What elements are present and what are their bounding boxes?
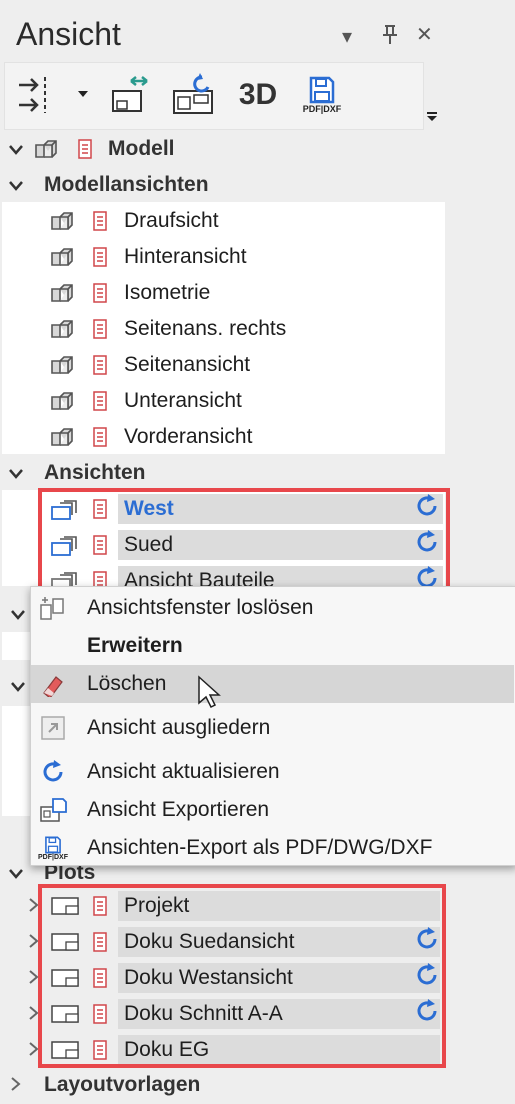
panel-menu-dropdown-icon[interactable]: ▾: [342, 24, 352, 49]
pdf-dxf-label: PDF|DXF: [38, 853, 68, 861]
tree-item-modellansicht[interactable]: Vorderansicht: [0, 419, 445, 455]
menu-item-pdf-export[interactable]: PDF|DXF Ansichten-Export als PDF/DWG/DXF: [31, 829, 514, 867]
tree-node-modell[interactable]: Modell: [0, 131, 445, 167]
menu-item-label: Ansichtsfenster loslösen: [87, 596, 314, 619]
list-background: [2, 632, 30, 660]
eraser-icon: [39, 670, 67, 698]
tree-group-label: Layoutvorlagen: [44, 1073, 201, 1096]
model-cube-icon: [50, 391, 78, 411]
document-icon: [93, 247, 107, 267]
tree-group-ansichten[interactable]: Ansichten: [0, 455, 445, 491]
tree-group-label: Modellansichten: [44, 173, 209, 196]
chevron-down-icon[interactable]: [4, 463, 28, 484]
model-cube-icon: [50, 247, 78, 267]
document-icon: [93, 391, 107, 411]
export-arrow-icon: [39, 714, 67, 742]
pin-icon[interactable]: [380, 24, 400, 52]
highlight-box-ansichten: [38, 488, 450, 588]
highlight-box-plots: [38, 884, 446, 1068]
close-icon[interactable]: ✕: [416, 22, 433, 47]
chevron-down-icon[interactable]: [4, 139, 28, 160]
menu-item-refresh[interactable]: Ansicht aktualisieren: [31, 753, 514, 791]
menu-item-label: Ansichten-Export als PDF/DWG/DXF: [87, 836, 433, 859]
menu-item-detach[interactable]: Ansichtsfenster loslösen: [31, 589, 514, 627]
model-cube-icon: [50, 427, 78, 447]
chevron-down-icon[interactable]: [6, 676, 30, 697]
panel-title: Ansicht: [16, 16, 121, 52]
export-view-icon: [39, 796, 67, 824]
3d-view-button[interactable]: 3D: [235, 73, 281, 117]
menu-item-label: Löschen: [87, 672, 167, 695]
chevron-down-icon[interactable]: [6, 604, 30, 625]
refresh-icon: [39, 758, 67, 786]
tree-item-modellansicht[interactable]: Draufsicht: [0, 203, 445, 239]
document-icon: [93, 355, 107, 375]
document-icon: [93, 319, 107, 339]
tree-group-layoutvorlagen[interactable]: Layoutvorlagen: [0, 1067, 445, 1103]
pdf-dxf-label: PDF|DXF: [302, 104, 342, 114]
tree-item-label: Vorderansicht: [124, 425, 253, 448]
view-swap-icon[interactable]: [105, 73, 155, 117]
model-cube-icon: [50, 319, 78, 339]
chevron-right-icon[interactable]: [4, 1075, 28, 1096]
model-cube-icon: [50, 283, 78, 303]
menu-item-expand[interactable]: Erweitern: [31, 627, 514, 665]
model-cube-icon: [50, 355, 78, 375]
menu-item-delete[interactable]: Löschen: [31, 665, 514, 709]
chevron-down-icon[interactable]: [4, 863, 28, 884]
tree-group-modellansichten[interactable]: Modellansichten: [0, 167, 445, 203]
document-icon: [93, 211, 107, 231]
model-cube-icon: [34, 139, 62, 159]
tree-item-modellansicht[interactable]: Hinteransicht: [0, 239, 445, 275]
toolbar: 3D PDF|DXF: [4, 62, 437, 130]
toolbar-dropdown-icon[interactable]: [73, 73, 93, 117]
document-icon: [93, 283, 107, 303]
menu-item-label: Ansicht aktualisieren: [87, 760, 280, 783]
document-icon: [93, 427, 107, 447]
tree-item-label: Seitenansicht: [124, 353, 251, 376]
context-menu: Ansichtsfenster loslösen Erweitern Lösch…: [30, 586, 515, 866]
tree-label-modell: Modell: [108, 137, 175, 160]
tree-item-label: Unteransicht: [124, 389, 242, 412]
menu-item-export[interactable]: Ansicht Exportieren: [31, 791, 514, 829]
pdf-dxf-icon: PDF|DXF: [35, 834, 71, 862]
menu-item-label: Erweitern: [87, 634, 183, 657]
tree-item-modellansicht[interactable]: Unteransicht: [0, 383, 445, 419]
tree-item-modellansicht[interactable]: Isometrie: [0, 275, 445, 311]
menu-item-label: Ansicht ausgliedern: [87, 716, 271, 739]
model-cube-icon: [50, 211, 78, 231]
tree-group-label: Ansichten: [44, 461, 146, 484]
tree-item-label: Draufsicht: [124, 209, 219, 232]
menu-item-label: Ansicht Exportieren: [87, 798, 270, 821]
tree-item-label: Isometrie: [124, 281, 211, 304]
tree-item-label: Hinteransicht: [124, 245, 247, 268]
pdf-dxf-export-button[interactable]: PDF|DXF: [295, 73, 349, 117]
align-tabs-icon[interactable]: [15, 73, 55, 117]
toolbar-overflow-icon[interactable]: [425, 111, 439, 123]
chevron-down-icon[interactable]: [4, 175, 28, 196]
list-background: [2, 706, 30, 816]
detach-window-icon: [39, 594, 67, 622]
document-icon: [78, 139, 92, 159]
view-refresh-icon[interactable]: [169, 73, 221, 117]
tree-item-label: Seitenans. rechts: [124, 317, 287, 340]
floppy-icon: [309, 76, 335, 104]
menu-item-ausgliedern[interactable]: Ansicht ausgliedern: [31, 709, 514, 747]
tree-item-modellansicht[interactable]: Seitenansicht: [0, 347, 445, 383]
tree-item-modellansicht[interactable]: Seitenans. rechts: [0, 311, 445, 347]
